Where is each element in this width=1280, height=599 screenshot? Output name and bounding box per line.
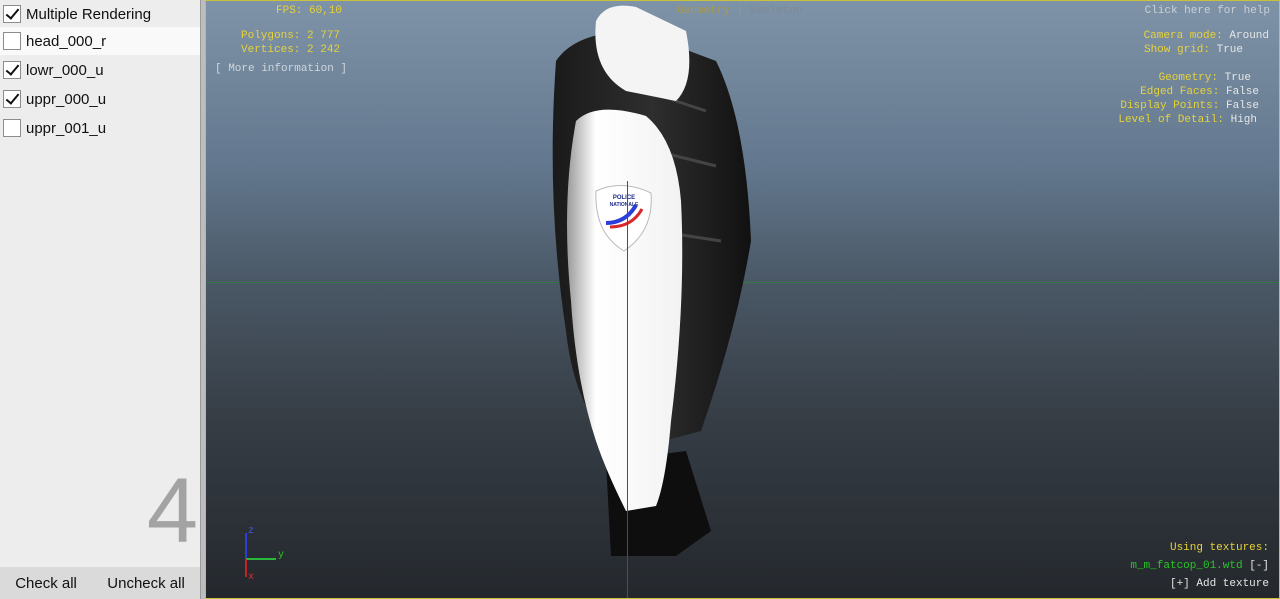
checkbox-icon[interactable] bbox=[3, 61, 21, 79]
uncheck-all-button[interactable]: Uncheck all bbox=[105, 572, 187, 595]
patch-text-line2: NATIONALE bbox=[610, 202, 639, 208]
axis-gizmo: z y x bbox=[245, 526, 284, 583]
camera-mode-setting[interactable]: Camera mode: Around bbox=[1144, 30, 1269, 42]
z-axis-line bbox=[627, 181, 628, 598]
level-of-detail-setting[interactable]: Level of Detail: High bbox=[1118, 114, 1257, 126]
layer-label: head_000_r bbox=[26, 32, 107, 50]
level-of-detail-label: Level of Detail: bbox=[1118, 114, 1224, 126]
using-textures-label: Using textures: bbox=[1169, 542, 1269, 554]
layer-item-head_000_r[interactable]: head_000_r bbox=[0, 27, 200, 55]
z-axis-label: z bbox=[248, 526, 254, 537]
polygons-readout: Polygons: 2 777 bbox=[241, 30, 341, 42]
display-points-setting[interactable]: Display Points: False bbox=[1120, 100, 1259, 112]
tab-skeleton[interactable]: Skeleton bbox=[750, 5, 803, 17]
add-texture-button[interactable]: [+] Add texture bbox=[1170, 578, 1269, 590]
show-grid-label: Show grid: bbox=[1143, 44, 1210, 56]
display-points-label: Display Points: bbox=[1120, 100, 1220, 112]
texture-file[interactable]: m_m_fatcop_01.wtd bbox=[1130, 560, 1242, 572]
3d-viewport[interactable]: POLICE NATIONALE FPS: 60,10 Polygons: 2 … bbox=[205, 0, 1280, 599]
more-information-link[interactable]: [ More information ] bbox=[215, 63, 347, 75]
camera-mode-label: Camera mode: bbox=[1143, 30, 1223, 42]
remove-texture-button[interactable]: [-] bbox=[1249, 560, 1269, 572]
layer-item-uppr_001_u[interactable]: uppr_001_u bbox=[0, 114, 200, 142]
checkbox-icon[interactable] bbox=[3, 32, 21, 50]
checkbox-icon[interactable] bbox=[3, 119, 21, 137]
display-points-value[interactable]: False bbox=[1226, 100, 1259, 112]
layer-label: uppr_000_u bbox=[26, 90, 107, 108]
check-all-button[interactable]: Check all bbox=[13, 572, 79, 595]
edged-faces-setting[interactable]: Edged Faces: False bbox=[1140, 86, 1259, 98]
patch-text-line1: POLICE bbox=[613, 195, 635, 201]
multiple-rendering-toggle[interactable]: Multiple Rendering bbox=[0, 0, 200, 28]
y-axis-label: y bbox=[278, 550, 284, 561]
edged-faces-value[interactable]: False bbox=[1226, 86, 1259, 98]
layer-panel: Multiple Rendering head_000_r lowr_000_u… bbox=[0, 0, 201, 599]
layer-item-uppr_000_u[interactable]: uppr_000_u bbox=[0, 85, 200, 113]
help-link[interactable]: Click here for help bbox=[1145, 5, 1270, 17]
geometry-value[interactable]: True bbox=[1225, 72, 1251, 84]
show-grid-setting[interactable]: Show grid: True bbox=[1144, 44, 1243, 56]
level-of-detail-value[interactable]: High bbox=[1231, 114, 1257, 126]
show-grid-value[interactable]: True bbox=[1217, 44, 1243, 56]
layer-count: 4 bbox=[146, 460, 198, 562]
geometry-setting[interactable]: Geometry: True bbox=[1159, 72, 1251, 84]
multiple-rendering-label: Multiple Rendering bbox=[26, 5, 152, 23]
checkbox-icon[interactable] bbox=[3, 90, 21, 108]
tab-separator: | bbox=[736, 5, 744, 17]
character-model[interactable]: POLICE NATIONALE bbox=[536, 1, 976, 571]
tab-geometry[interactable]: Geometry bbox=[677, 5, 730, 17]
geometry-label: Geometry: bbox=[1158, 72, 1218, 84]
vertices-readout: Vertices: 2 242 bbox=[241, 44, 341, 56]
sleeve-shape bbox=[567, 109, 683, 512]
layer-label: uppr_001_u bbox=[26, 119, 107, 137]
layer-label: lowr_000_u bbox=[26, 61, 104, 79]
edged-faces-label: Edged Faces: bbox=[1140, 86, 1220, 98]
x-axis-label: x bbox=[248, 572, 254, 583]
fps-readout: FPS: 60,10 bbox=[276, 5, 343, 17]
layer-item-lowr_000_u[interactable]: lowr_000_u bbox=[0, 56, 200, 84]
texture-entry: m_m_fatcop_01.wtd [-] bbox=[1130, 560, 1269, 572]
bottom-bar: Check all Uncheck all bbox=[0, 567, 200, 599]
view-tabs: Geometry | Skeleton bbox=[677, 5, 802, 17]
checkbox-icon[interactable] bbox=[3, 5, 21, 23]
camera-mode-value[interactable]: Around bbox=[1229, 30, 1269, 42]
